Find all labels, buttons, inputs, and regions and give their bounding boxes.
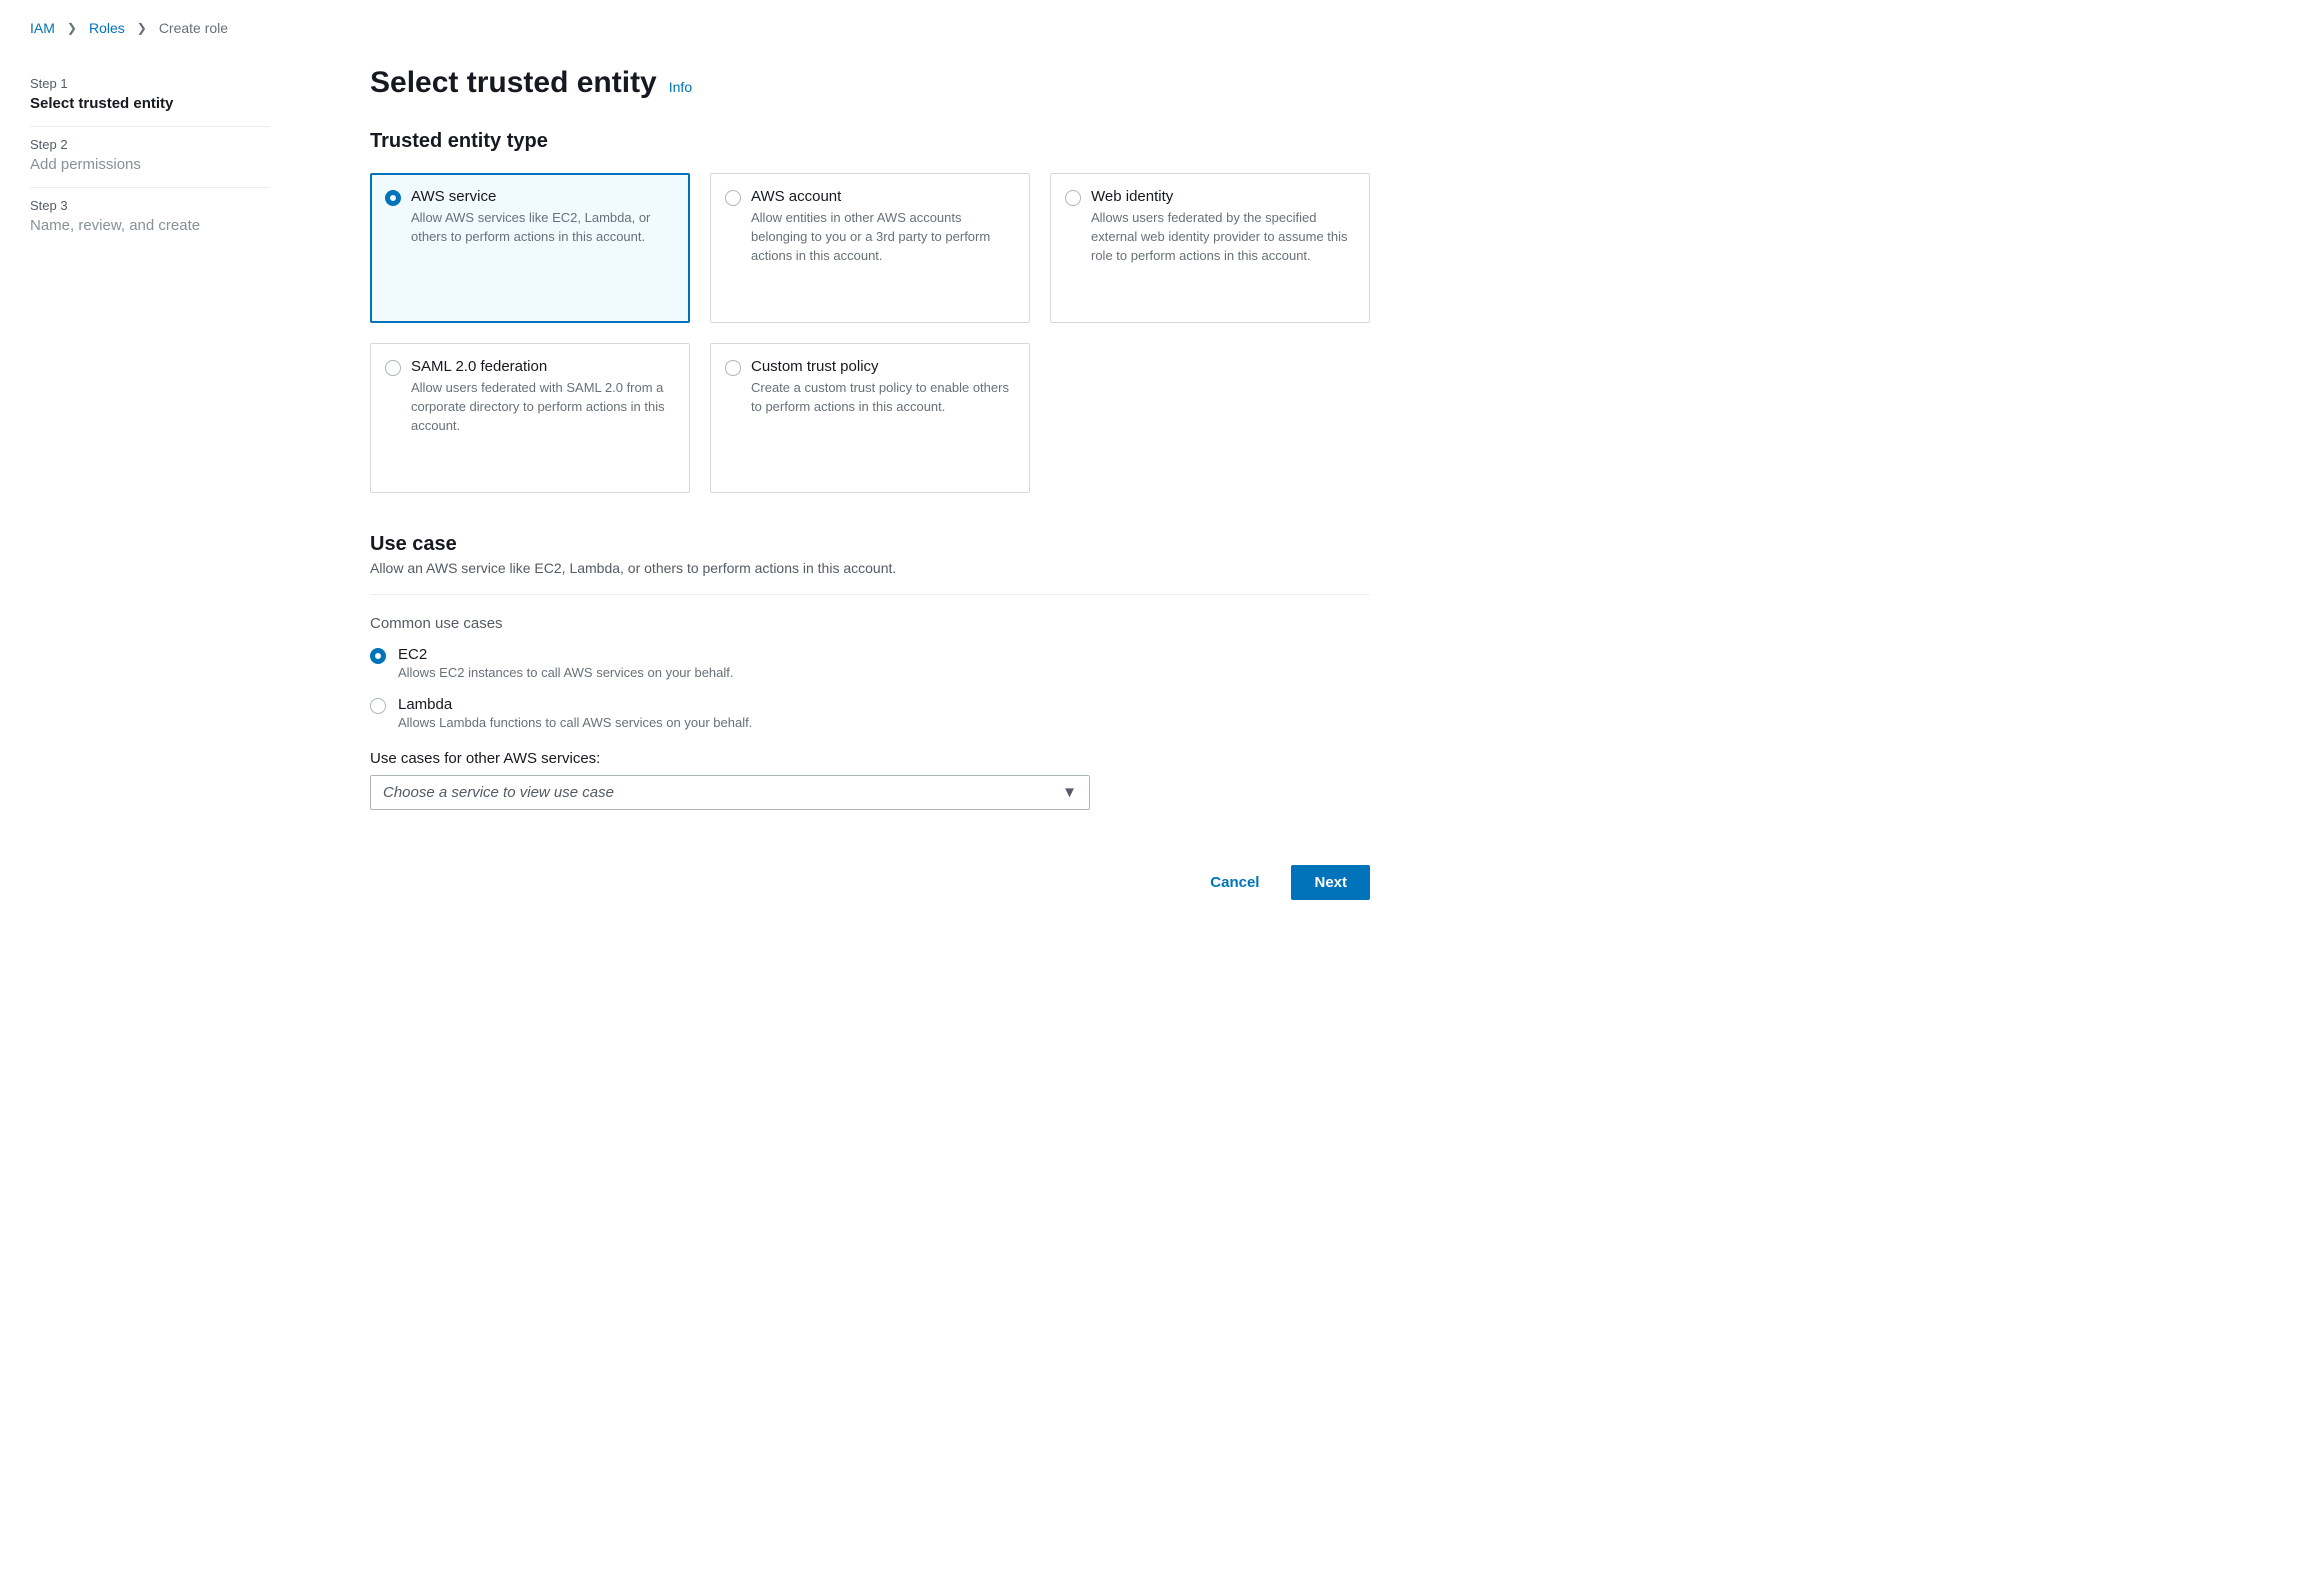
usecase-title: Lambda [398, 696, 752, 713]
chevron-right-icon: ❯ [67, 21, 77, 35]
step-number: Step 1 [30, 76, 270, 91]
info-link[interactable]: Info [669, 79, 692, 95]
cancel-button[interactable]: Cancel [1198, 866, 1271, 899]
entity-title: Custom trust policy [751, 358, 1015, 375]
usecase-desc: Allows Lambda functions to call AWS serv… [398, 715, 752, 730]
entity-option-aws-service[interactable]: AWS service Allow AWS services like EC2,… [370, 173, 690, 323]
entity-title: AWS account [751, 188, 1015, 205]
step-1[interactable]: Step 1 Select trusted entity [30, 66, 270, 127]
entity-title: Web identity [1091, 188, 1355, 205]
radio-icon [385, 190, 401, 206]
entity-desc: Allows users federated by the specified … [1091, 209, 1355, 266]
radio-icon [370, 698, 386, 714]
entity-title: AWS service [411, 188, 675, 205]
entity-option-custom-trust-policy[interactable]: Custom trust policy Create a custom trus… [710, 343, 1030, 493]
entity-option-aws-account[interactable]: AWS account Allow entities in other AWS … [710, 173, 1030, 323]
next-button[interactable]: Next [1291, 865, 1370, 900]
entity-desc: Create a custom trust policy to enable o… [751, 379, 1015, 417]
radio-icon [370, 648, 386, 664]
dropdown-placeholder: Choose a service to view use case [383, 784, 614, 801]
entity-desc: Allow AWS services like EC2, Lambda, or … [411, 209, 675, 247]
other-services-label: Use cases for other AWS services: [370, 750, 1370, 767]
step-number: Step 2 [30, 137, 270, 152]
service-select-dropdown[interactable]: Choose a service to view use case ▼ [370, 775, 1090, 810]
trusted-entity-type-heading: Trusted entity type [370, 130, 1370, 153]
breadcrumb: IAM ❯ Roles ❯ Create role [30, 20, 2270, 36]
wizard-footer: Cancel Next [370, 865, 1370, 900]
usecase-desc: Allows EC2 instances to call AWS service… [398, 665, 734, 680]
entity-option-saml-federation[interactable]: SAML 2.0 federation Allow users federate… [370, 343, 690, 493]
step-number: Step 3 [30, 198, 270, 213]
usecase-option-ec2[interactable]: EC2 Allows EC2 instances to call AWS ser… [370, 646, 1370, 680]
breadcrumb-iam[interactable]: IAM [30, 20, 55, 36]
entity-desc: Allow entities in other AWS accounts bel… [751, 209, 1015, 266]
step-title: Name, review, and create [30, 217, 270, 234]
step-title: Add permissions [30, 156, 270, 173]
step-3[interactable]: Step 3 Name, review, and create [30, 188, 270, 248]
use-case-heading: Use case [370, 533, 1370, 556]
step-2[interactable]: Step 2 Add permissions [30, 127, 270, 188]
chevron-right-icon: ❯ [137, 21, 147, 35]
divider [370, 594, 1370, 595]
entity-type-grid: AWS service Allow AWS services like EC2,… [370, 173, 1370, 493]
radio-icon [725, 190, 741, 206]
entity-title: SAML 2.0 federation [411, 358, 675, 375]
radio-icon [385, 360, 401, 376]
common-use-cases-label: Common use cases [370, 615, 1370, 632]
radio-icon [725, 360, 741, 376]
step-title: Select trusted entity [30, 95, 270, 112]
breadcrumb-current: Create role [159, 20, 228, 36]
usecase-option-lambda[interactable]: Lambda Allows Lambda functions to call A… [370, 696, 1370, 730]
use-case-desc: Allow an AWS service like EC2, Lambda, o… [370, 560, 1370, 576]
entity-option-web-identity[interactable]: Web identity Allows users federated by t… [1050, 173, 1370, 323]
wizard-steps: Step 1 Select trusted entity Step 2 Add … [30, 66, 270, 900]
page-title: Select trusted entity [370, 66, 657, 100]
usecase-title: EC2 [398, 646, 734, 663]
radio-icon [1065, 190, 1081, 206]
breadcrumb-roles[interactable]: Roles [89, 20, 125, 36]
entity-desc: Allow users federated with SAML 2.0 from… [411, 379, 675, 436]
caret-down-icon: ▼ [1062, 784, 1077, 801]
